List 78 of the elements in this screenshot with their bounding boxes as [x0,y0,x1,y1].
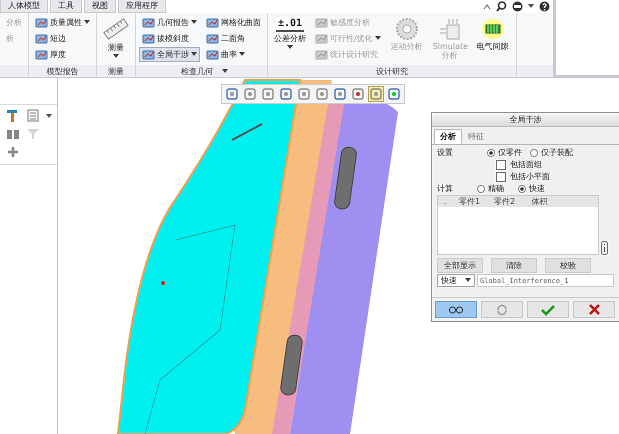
column-header[interactable]: 体积 [522,196,557,207]
ribbon-button[interactable]: 全局干涉 [139,47,200,62]
ribbon-tab[interactable]: 工具 [50,0,82,13]
column-header[interactable]: 零件2 [487,196,522,207]
ribbon-button[interactable]: 曲率 [203,47,264,62]
checkbox[interactable] [496,160,506,170]
checkbox-label: 包括面组 [510,159,542,170]
caret-icon [287,45,293,50]
ok-button[interactable] [527,301,569,318]
info-icon[interactable] [601,241,608,255]
tab[interactable]: 特征 [462,129,490,144]
column-header[interactable]: 零件1 [452,196,487,207]
chart-icon [142,32,155,44]
ribbon-button[interactable]: 二面角 [203,31,264,46]
dialog-button[interactable]: 全部显示 [437,258,483,273]
radio-label: 精确 [488,183,504,194]
ribbon-button[interactable]: 电气间隙 [472,15,513,53]
collapse-icon[interactable] [483,2,491,10]
radio-button[interactable] [518,184,526,192]
ribbon-button[interactable]: 网格化曲面 [203,15,264,30]
refresh-icon [496,304,508,316]
group-label: 检查几何 [180,66,214,76]
column-header[interactable]: . [438,197,452,206]
dialog-button[interactable]: 校验 [545,258,591,273]
caret-icon [374,36,381,41]
settings-label: 设置 [437,147,454,158]
search-icon[interactable] [496,1,507,12]
group-label: 设计研究 [374,66,409,76]
ribbon-button[interactable]: 拔模斜度 [139,31,200,46]
tolerance-icon: ±.01 [276,17,304,32]
radio-label: 快速 [529,183,545,194]
caret-icon [239,52,245,57]
cancel-button[interactable] [573,301,615,318]
circuit-icon [480,17,505,41]
help-icon[interactable] [539,1,550,12]
caret-icon[interactable] [222,68,228,74]
preview-button[interactable] [435,301,477,318]
ribbon-button[interactable]: 测量 [100,15,132,61]
ribbon-tab[interactable]: 应用程序 [118,0,166,13]
ribbon-button[interactable]: 短边 [32,31,93,46]
compute-label: 计算 [437,183,454,194]
ribbon-button[interactable]: 厚度 [32,47,93,62]
radio-label: 仅子装配 [541,147,573,158]
caret-icon[interactable] [528,4,534,9]
caret-icon [465,278,471,283]
checkbox-label: 包括小平面 [510,171,550,182]
binoculars-icon[interactable] [6,127,20,140]
chart-icon [142,48,155,60]
checkbox[interactable] [496,172,506,182]
glasses-icon [449,306,463,314]
dialog-button[interactable]: 清除 [491,258,537,273]
mode-dropdown[interactable]: 快速 [437,274,475,287]
list-icon[interactable] [26,109,40,122]
radio-label: 仅零件 [498,147,522,158]
gear-icon [394,17,419,41]
caret-icon [191,20,197,25]
ribbon-button[interactable]: 几何报告 [139,15,200,30]
ribbon-tab[interactable]: 视图 [84,0,116,13]
caret-icon [84,20,90,25]
chart-icon [206,16,219,28]
checkmark-icon [541,304,555,316]
dialog-title: 全局干涉 [510,114,542,125]
ribbon-button[interactable]: ±.01 公差分析 [271,15,309,52]
plus-icon[interactable] [6,145,20,158]
device-icon [438,17,462,41]
ribbon-tab[interactable]: 人体模型 [0,0,48,13]
radio-button[interactable] [477,184,485,192]
caret-icon [113,54,119,59]
radio-button[interactable] [530,148,538,156]
caret-icon [191,52,197,57]
ribbon-button[interactable]: 质量属性 [32,15,93,30]
radio-button[interactable] [487,148,495,156]
close-icon [588,304,600,315]
tools-icon[interactable] [6,109,20,122]
chart-icon [206,32,219,44]
tab[interactable]: 分析 [434,129,462,144]
group-label: 模型报告 [46,66,80,76]
group-label: 测量 [107,66,125,76]
